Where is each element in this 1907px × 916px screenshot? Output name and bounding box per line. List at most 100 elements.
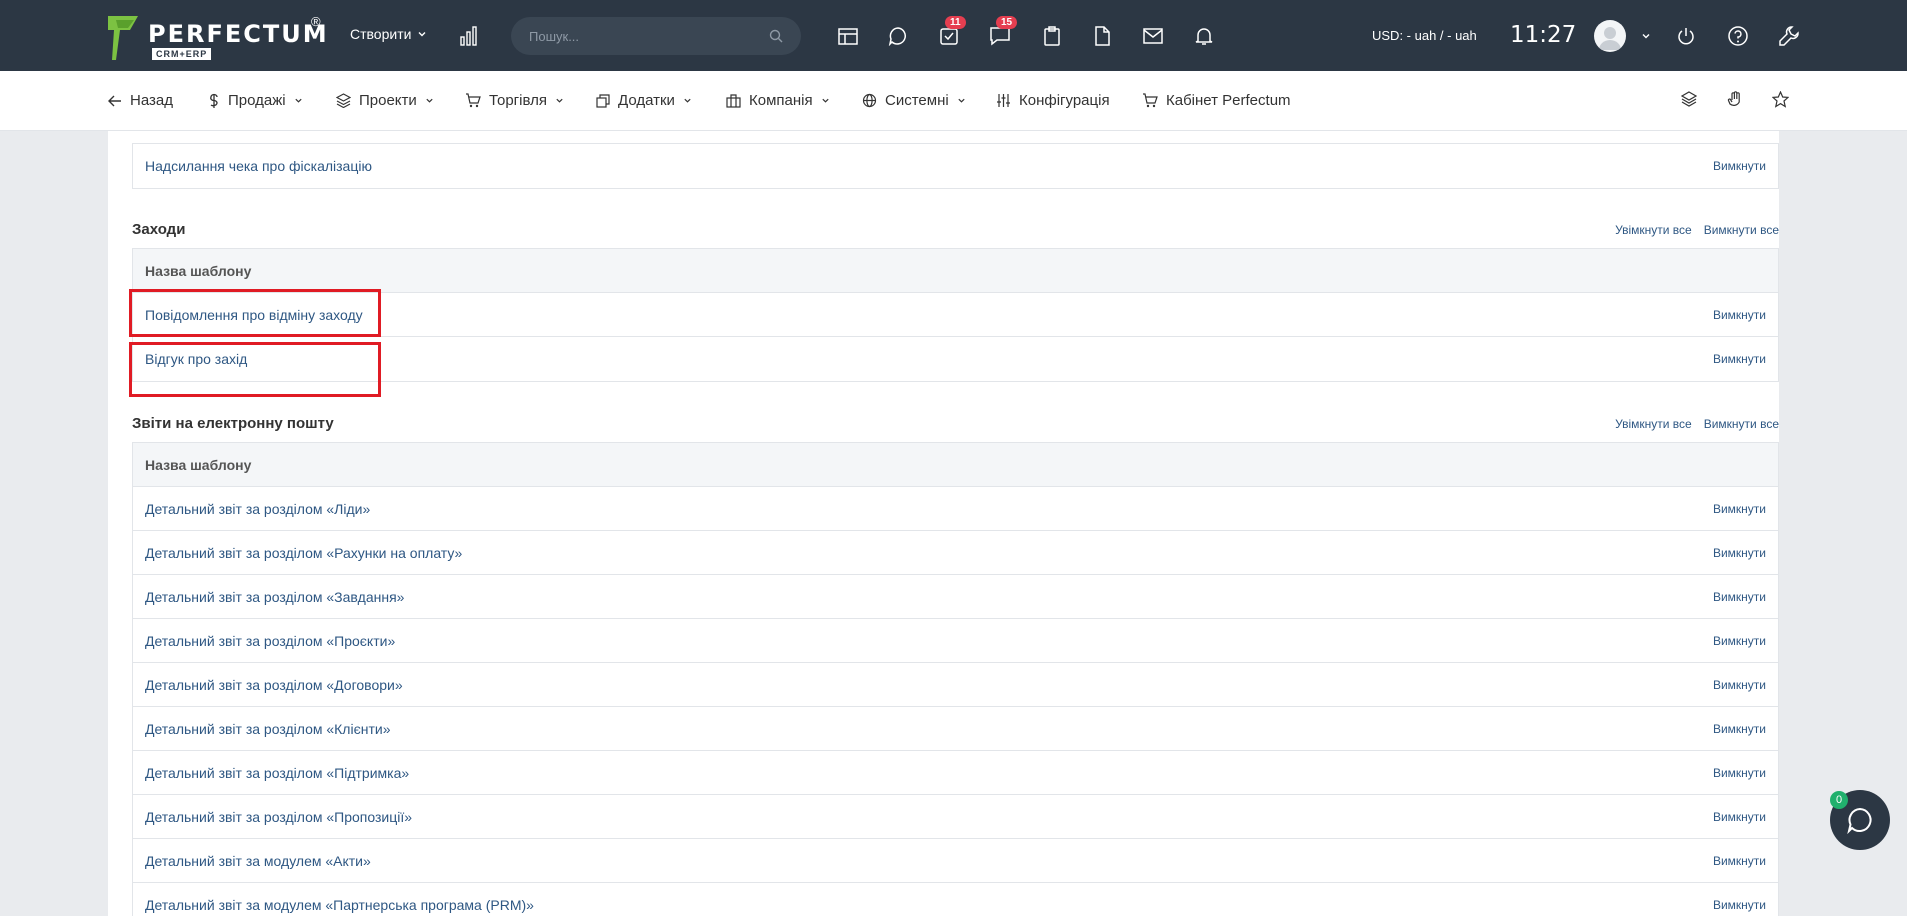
chat-bubble-icon bbox=[1847, 807, 1872, 834]
search-icon[interactable] bbox=[769, 29, 783, 43]
globe-icon bbox=[862, 93, 877, 108]
arrow-left-icon bbox=[108, 95, 121, 106]
table-row: Детальний звіт за модулем «Партнерська п… bbox=[133, 883, 1778, 916]
template-link[interactable]: Детальний звіт за розділом «Проєкти» bbox=[145, 633, 395, 649]
section-title-email-reports: Звіти на електронну пошту bbox=[132, 415, 334, 432]
chevron-down-icon bbox=[821, 98, 829, 103]
chevron-down-icon bbox=[958, 98, 965, 103]
logo[interactable]: PERFECTUM ® CRM+ERP bbox=[108, 14, 328, 62]
logo-text: PERFECTUM bbox=[148, 20, 329, 48]
table-row: Детальний звіт за розділом «Договори» Ви… bbox=[133, 663, 1778, 707]
nav-addons-label: Додатки bbox=[618, 92, 675, 109]
main-nav: Назад Продажі Проекти Торгівля Додатки К… bbox=[0, 71, 1907, 131]
chevron-down-icon bbox=[684, 98, 691, 103]
disable-toggle[interactable]: Вимкнути bbox=[1713, 634, 1766, 648]
template-link[interactable]: Детальний звіт за модулем «Акти» bbox=[145, 853, 371, 869]
table-row: Детальний звіт за розділом «Ліди» Вимкну… bbox=[133, 487, 1778, 531]
disable-toggle[interactable]: Вимкнути bbox=[1713, 854, 1766, 868]
template-link[interactable]: Детальний звіт за розділом «Завдання» bbox=[145, 589, 404, 605]
nav-perfectum-cabinet[interactable]: Кабінет Perfectum bbox=[1142, 92, 1291, 109]
template-link[interactable]: Детальний звіт за розділом «Рахунки на о… bbox=[145, 545, 462, 561]
disable-toggle[interactable]: Вимкнути bbox=[1713, 898, 1766, 912]
chevron-down-icon[interactable] bbox=[1634, 24, 1658, 48]
table-row: Детальний звіт за розділом «Проєкти» Вим… bbox=[133, 619, 1778, 663]
table-row: Детальний звіт за розділом «Рахунки на о… bbox=[133, 531, 1778, 575]
clipboard-icon[interactable] bbox=[1040, 24, 1064, 48]
hand-icon[interactable] bbox=[1727, 91, 1743, 114]
disable-all-button[interactable]: Вимкнути все bbox=[1704, 223, 1779, 237]
column-header-template-name: Назва шаблону bbox=[145, 456, 252, 473]
disable-toggle[interactable]: Вимкнути bbox=[1713, 810, 1766, 824]
disable-toggle[interactable]: Вимкнути bbox=[1713, 590, 1766, 604]
template-link[interactable]: Детальний звіт за розділом «Ліди» bbox=[145, 501, 370, 517]
nav-company-label: Компанія bbox=[749, 92, 813, 109]
email-reports-table: Назва шаблону Детальний звіт за розділом… bbox=[132, 442, 1779, 916]
messages-icon[interactable]: 15 bbox=[988, 16, 1018, 48]
chevron-down-icon bbox=[418, 32, 426, 37]
enable-all-button[interactable]: Увімкнути все bbox=[1615, 223, 1692, 237]
avatar[interactable] bbox=[1594, 20, 1626, 52]
content-panel: Надсилання чека про фіскалізацію Вимкнут… bbox=[108, 131, 1779, 916]
enable-all-button[interactable]: Увімкнути все bbox=[1615, 417, 1692, 431]
fiscal-table: Надсилання чека про фіскалізацію Вимкнут… bbox=[132, 143, 1779, 189]
section-title-events: Заходи bbox=[132, 221, 186, 238]
section-actions-email-reports: Увімкнути все Вимкнути все bbox=[1615, 417, 1779, 431]
template-link[interactable]: Детальний звіт за розділом «Пропозиції» bbox=[145, 809, 412, 825]
nav-sales-label: Продажі bbox=[228, 92, 286, 109]
nav-system[interactable]: Системні bbox=[862, 92, 966, 109]
nav-back[interactable]: Назад bbox=[108, 92, 173, 109]
nav-company[interactable]: Компанія bbox=[726, 92, 830, 109]
disable-toggle[interactable]: Вимкнути bbox=[1713, 766, 1766, 780]
disable-toggle[interactable]: Вимкнути bbox=[1713, 352, 1766, 366]
table-header: Назва шаблону bbox=[133, 443, 1778, 487]
calendar-icon[interactable] bbox=[836, 24, 860, 48]
dollar-icon bbox=[210, 93, 218, 108]
search-input[interactable] bbox=[529, 28, 769, 44]
highlight-box bbox=[129, 289, 381, 337]
messages-badge: 15 bbox=[996, 16, 1018, 29]
mail-icon[interactable] bbox=[1141, 24, 1165, 48]
briefcase-icon bbox=[726, 93, 741, 108]
disable-toggle[interactable]: Вимкнути bbox=[1713, 159, 1766, 173]
nav-back-label: Назад bbox=[130, 92, 173, 109]
table-row: Надсилання чека про фіскалізацію Вимкнут… bbox=[133, 144, 1778, 188]
disable-toggle[interactable]: Вимкнути bbox=[1713, 678, 1766, 692]
bar-chart-icon[interactable] bbox=[459, 26, 481, 51]
bell-icon[interactable] bbox=[1192, 24, 1216, 48]
logo-registered: ® bbox=[311, 14, 321, 29]
template-link[interactable]: Детальний звіт за розділом «Договори» bbox=[145, 677, 403, 693]
nav-addons[interactable]: Додатки bbox=[596, 92, 692, 109]
table-header: Назва шаблону bbox=[133, 249, 1778, 293]
template-link[interactable]: Надсилання чека про фіскалізацію bbox=[145, 158, 372, 174]
template-link[interactable]: Детальний звіт за модулем «Партнерська п… bbox=[145, 897, 534, 913]
wrench-icon[interactable] bbox=[1777, 24, 1801, 48]
template-link[interactable]: Детальний звіт за розділом «Клієнти» bbox=[145, 721, 390, 737]
table-row: Детальний звіт за модулем «Акти» Вимкнут… bbox=[133, 839, 1778, 883]
nav-configuration[interactable]: Конфігурація bbox=[996, 92, 1110, 109]
layers-icon[interactable] bbox=[1680, 91, 1698, 112]
nav-projects-label: Проекти bbox=[359, 92, 417, 109]
section-actions-events: Увімкнути все Вимкнути все bbox=[1615, 223, 1779, 237]
disable-toggle[interactable]: Вимкнути bbox=[1713, 546, 1766, 560]
template-link[interactable]: Детальний звіт за розділом «Підтримка» bbox=[145, 765, 409, 781]
help-icon[interactable] bbox=[1726, 24, 1750, 48]
layers-icon bbox=[336, 93, 351, 108]
disable-toggle[interactable]: Вимкнути bbox=[1713, 722, 1766, 736]
disable-all-button[interactable]: Вимкнути все bbox=[1704, 417, 1779, 431]
document-icon[interactable] bbox=[1090, 24, 1114, 48]
disable-toggle[interactable]: Вимкнути bbox=[1713, 308, 1766, 322]
star-icon[interactable] bbox=[1771, 90, 1790, 113]
chat-bubble-icon[interactable] bbox=[886, 24, 910, 48]
search-box bbox=[511, 17, 801, 55]
create-dropdown[interactable]: Створити bbox=[350, 26, 427, 42]
tasks-badge: 11 bbox=[945, 16, 966, 29]
nav-trade-label: Торгівля bbox=[489, 92, 547, 109]
power-icon[interactable] bbox=[1674, 24, 1698, 48]
create-label: Створити bbox=[350, 26, 412, 42]
nav-trade[interactable]: Торгівля bbox=[465, 92, 564, 109]
disable-toggle[interactable]: Вимкнути bbox=[1713, 502, 1766, 516]
nav-projects[interactable]: Проекти bbox=[336, 92, 434, 109]
table-row: Детальний звіт за розділом «Завдання» Ви… bbox=[133, 575, 1778, 619]
tasks-icon[interactable]: 11 bbox=[937, 16, 966, 48]
nav-sales[interactable]: Продажі bbox=[208, 92, 303, 109]
